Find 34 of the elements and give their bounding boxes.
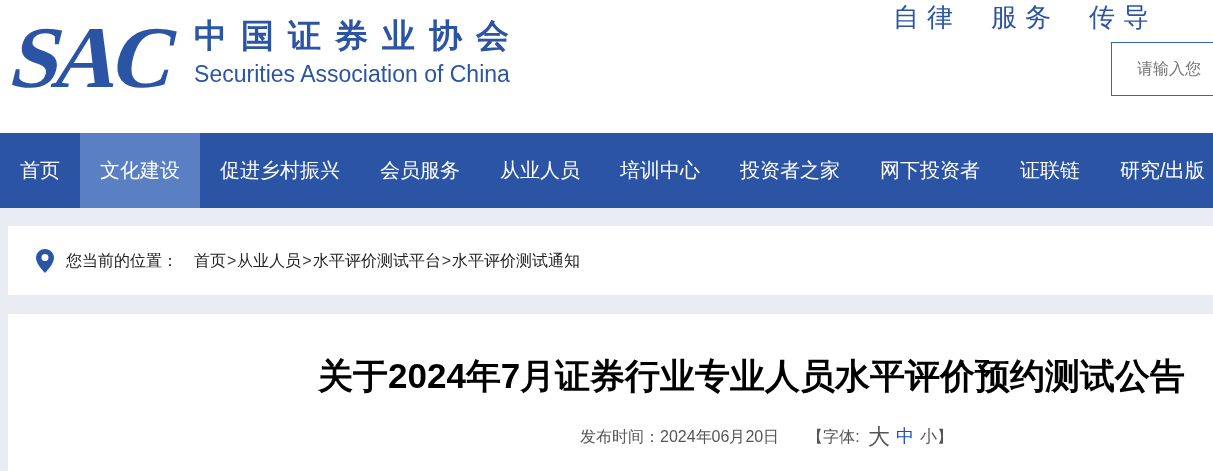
breadcrumb-link[interactable]: 水平评价测试平台	[312, 248, 441, 273]
logo-subtitle: Securities Association of China	[194, 60, 511, 88]
nav-tab[interactable]: 证联链	[1000, 133, 1100, 208]
article-title: 关于2024年7月证券行业专业人员水平评价预约测试公告	[318, 355, 1187, 397]
slogan-text: 自律	[893, 1, 961, 34]
nav-tab[interactable]: 首页	[0, 133, 80, 208]
bracket-text: 】	[936, 426, 953, 447]
breadcrumb-label: 您当前的位置：	[66, 250, 178, 271]
location-pin-icon	[36, 248, 54, 273]
publish-date: 2024年06月20日	[660, 426, 780, 447]
nav-tab[interactable]: 投资者之家	[720, 133, 860, 208]
breadcrumb-separator: >	[440, 250, 452, 271]
nav-tab[interactable]: 从业人员	[480, 133, 600, 208]
nav-tab[interactable]: 网下投资者	[860, 133, 1000, 208]
nav-tab[interactable]: 文化建设	[80, 133, 200, 208]
font-size-link[interactable]: 小	[919, 423, 937, 450]
search-field[interactable]: 请输入您	[1111, 42, 1213, 96]
nav-tab[interactable]: 促进乡村振兴	[200, 133, 360, 208]
breadcrumb-link[interactable]: 从业人员	[237, 248, 302, 273]
nav-tab[interactable]: 研究/出版	[1100, 133, 1213, 208]
logo-name: 中国证券业协会	[194, 16, 524, 56]
font-size-link[interactable]: 中	[895, 423, 914, 450]
font-size-label: 【字体:	[807, 426, 860, 447]
nav-tab[interactable]: 会员服务	[360, 133, 480, 208]
breadcrumb-separator: >	[226, 250, 237, 271]
breadcrumb-link[interactable]: 首页	[194, 248, 226, 273]
nav-tab[interactable]: 培训中心	[600, 133, 720, 208]
slogan-text: 传导	[1089, 1, 1157, 34]
slogan-text: 服务	[991, 1, 1059, 34]
breadcrumb-separator: >	[301, 250, 313, 271]
font-size-link[interactable]: 大	[867, 420, 890, 453]
logo-mark: SAC	[3, 14, 186, 102]
date-label: 发布时间：	[580, 426, 660, 447]
breadcrumb-link[interactable]: 水平评价测试通知	[452, 248, 581, 273]
